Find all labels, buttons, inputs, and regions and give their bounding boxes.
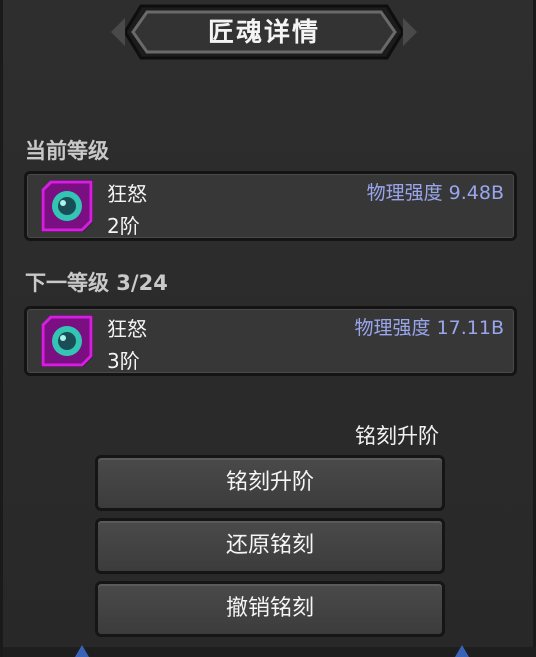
page-title: 匠魂详情 [207, 18, 320, 48]
restore-engrave-button[interactable]: 还原铭刻 [95, 518, 445, 574]
engrave-upgrade-button[interactable]: 铭刻升阶 [95, 455, 445, 511]
current-level-card: 狂怒 2阶 物理强度 9.48B [24, 171, 517, 241]
gem-decoration-icon [75, 645, 89, 657]
next-level-card: 狂怒 3阶 物理强度 17.11B [24, 306, 517, 376]
soul-eye-icon [41, 180, 93, 232]
next-level-label: 下一等级 3/24 [25, 271, 168, 295]
next-soul-stat: 物理强度 17.11B [354, 317, 504, 339]
title-plaque: 匠魂详情 [111, 0, 417, 64]
current-soul-rank: 2阶 [107, 214, 140, 238]
current-soul-name: 狂怒 [107, 182, 147, 206]
gem-decoration-icon [455, 645, 469, 657]
undo-engrave-button[interactable]: 撤销铭刻 [95, 581, 445, 637]
soul-eye-icon [41, 315, 93, 367]
next-soul-rank: 3阶 [107, 349, 140, 373]
current-level-label: 当前等级 [25, 139, 109, 163]
next-soul-name: 狂怒 [107, 317, 147, 341]
upgrade-action-label: 铭刻升阶 [355, 424, 439, 448]
soul-detail-panel: 匠魂详情 当前等级 狂怒 2阶 物理强度 9.48B 下一等级 3/24 狂怒 … [0, 0, 536, 657]
current-soul-stat: 物理强度 9.48B [366, 182, 504, 204]
